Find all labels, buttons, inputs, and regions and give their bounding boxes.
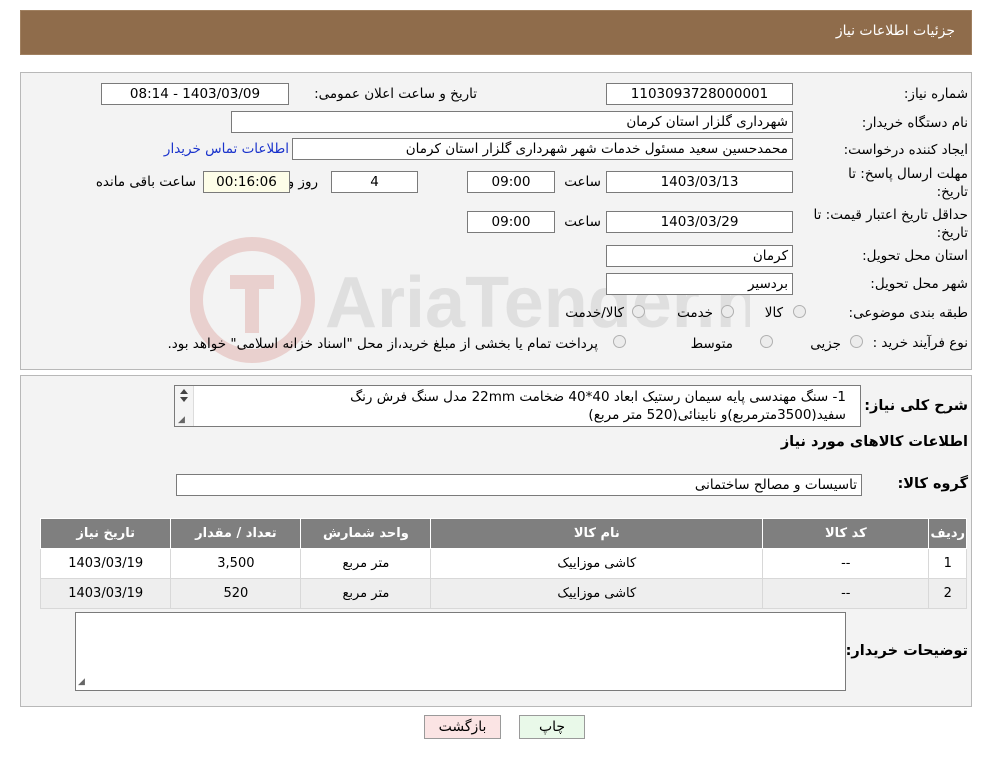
buyer-org-label: نام دستگاه خریدار: [861,115,968,131]
process-type-label: نوع فرآیند خرید : [872,335,968,351]
announce-date-field: 1403/03/09 - 08:14 [101,83,289,105]
cell-unit: متر مربع [300,548,432,579]
buyer-notes-label: توضیحات خریدار: [845,643,968,659]
cell-row-number: 2 [928,578,967,609]
page-title: جزئیات اطلاعات نیاز [835,23,955,39]
print-button[interactable]: چاپ [519,715,585,739]
cell-need-date: 1403/03/19 [39,548,172,579]
requester-field: محمدحسین سعید مسئول خدمات شهر شهرداری گل… [292,138,793,160]
textarea-scrollbar[interactable]: ◢ [175,386,194,426]
days-remaining-field: 4 [331,171,418,193]
scroll-down-icon[interactable] [180,397,188,402]
validity-time-field: 09:00 [467,211,555,233]
description-line-2: سفید(3500مترمربع)و نابینائی(520 متر مربع… [588,407,846,423]
process-option-medium: متوسط [690,336,733,352]
deadline-label: مهلت ارسال پاسخ: تا [848,166,968,182]
cell-unit: متر مربع [300,578,432,609]
need-number-field: 1103093728000001 [606,83,793,105]
cell-item-code: -- [762,578,930,609]
col-row-number: ردیف [928,518,967,549]
deadline-date-field: 1403/03/13 [606,171,793,193]
col-item-name: نام کالا [430,518,764,549]
city-field: بردسیر [606,273,793,295]
days-label: روز و [287,174,318,190]
cell-quantity: 520 [170,578,302,609]
goods-section-title: اطلاعات کالاهای مورد نیاز [780,434,968,450]
resize-grip-icon[interactable]: ◢ [78,677,85,687]
city-label: شهر محل تحویل: [870,276,968,292]
description-line-1: 1- سنگ مهندسی پایه سیمان رستیک ابعاد 40*… [350,389,846,405]
cell-item-name: کاشی موزاییک [430,548,764,579]
col-need-date: تاریخ نیاز [39,518,172,549]
deadline-label-date: تاریخ: [936,184,968,200]
process-option-minor: جزیی [810,336,841,352]
goods-group-field: تاسیسات و مصالح ساختمانی [176,474,862,496]
process-radio-minor[interactable] [850,335,863,348]
requester-label: ایجاد کننده درخواست: [843,142,968,158]
cell-row-number: 1 [928,548,967,579]
validity-label-date: تاریخ: [936,225,968,241]
resize-grip-icon[interactable]: ◢ [178,415,185,425]
table-row: 2 -- کاشی موزاییک متر مربع 520 1403/03/1… [39,578,967,609]
announce-date-label: تاریخ و ساعت اعلان عمومی: [314,86,477,102]
description-textarea[interactable]: ◢ 1- سنگ مهندسی پایه سیمان رستیک ابعاد 4… [174,385,861,427]
cell-item-code: -- [762,548,930,579]
category-option-goods: کالا [764,305,783,321]
buyer-contact-link[interactable]: اطلاعات تماس خریدار [164,141,289,157]
goods-table: ردیف کد کالا نام کالا واحد شمارش تعداد /… [39,518,967,609]
cell-need-date: 1403/03/19 [39,578,172,609]
scroll-up-icon[interactable] [180,389,188,394]
col-item-code: کد کالا [762,518,930,549]
time-remaining-field: 00:16:06 [203,171,290,193]
back-button[interactable]: بازگشت [424,715,501,739]
category-radio-service[interactable] [721,305,734,318]
buyer-notes-textarea[interactable]: ◢ [75,612,846,691]
province-label: استان محل تحویل: [862,248,968,264]
deadline-time-label: ساعت [564,174,601,190]
category-option-service: خدمت [677,305,713,321]
category-radio-goods[interactable] [793,305,806,318]
category-label: طبقه بندی موضوعی: [848,305,968,321]
validity-label: حداقل تاریخ اعتبار قیمت: تا [813,207,968,223]
table-header-row: ردیف کد کالا نام کالا واحد شمارش تعداد /… [39,518,967,549]
col-unit: واحد شمارش [300,518,432,549]
description-label: شرح کلی نیاز: [864,398,968,414]
table-row: 1 -- کاشی موزاییک متر مربع 3,500 1403/03… [39,548,967,579]
cell-quantity: 3,500 [170,548,302,579]
validity-date-field: 1403/03/29 [606,211,793,233]
process-radio-medium[interactable] [760,335,773,348]
page-header: جزئیات اطلاعات نیاز [20,10,972,55]
cell-item-name: کاشی موزاییک [430,578,764,609]
goods-group-label: گروه کالا: [897,476,968,492]
deadline-time-field: 09:00 [467,171,555,193]
treasury-note-checkbox[interactable] [613,335,626,348]
description-text: 1- سنگ مهندسی پایه سیمان رستیک ابعاد 40*… [350,388,846,424]
time-remaining-label: ساعت باقی مانده [95,174,196,190]
buyer-org-field: شهرداری گلزار استان کرمان [231,111,793,133]
category-radio-goods-service[interactable] [632,305,645,318]
need-number-label: شماره نیاز: [903,86,968,102]
treasury-note: پرداخت تمام یا بخشی از مبلغ خرید،از محل … [167,336,598,352]
category-option-goods-service: کالا/خدمت [565,305,624,321]
col-quantity: تعداد / مقدار [170,518,302,549]
validity-time-label: ساعت [564,214,601,230]
province-field: کرمان [606,245,793,267]
